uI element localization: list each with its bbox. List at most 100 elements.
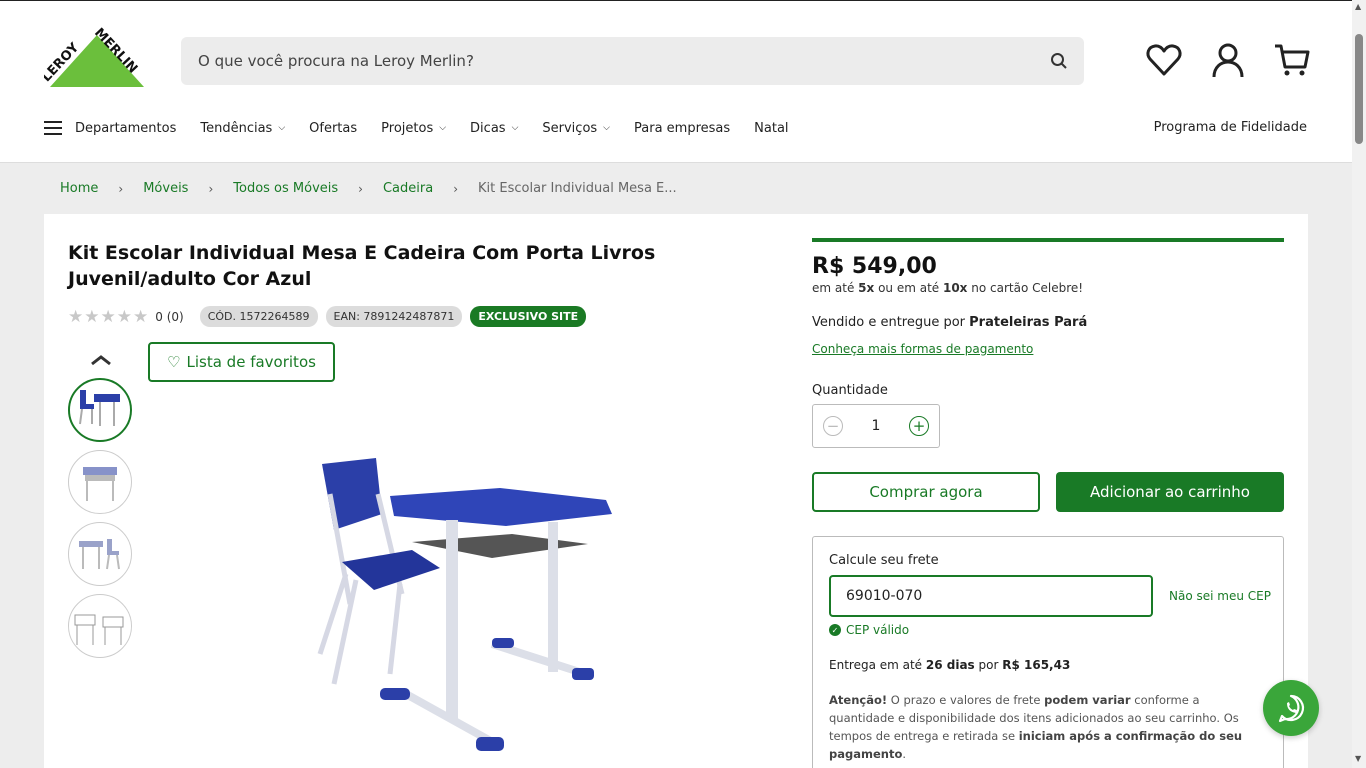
breadcrumb-current: Kit Escolar Individual Mesa E... [478,181,677,196]
delivery-price: R$ 165,43 [1002,658,1071,672]
installments-post: no cartão Celebre! [967,281,1084,295]
breadcrumb-moveis[interactable]: Móveis [143,181,188,196]
chevron-up-icon[interactable] [90,354,112,370]
warning-text-3: . [902,747,907,761]
nav-para-empresas[interactable]: Para empresas [634,121,730,136]
nav-label: Natal [754,120,789,136]
nav-departamentos[interactable]: Departamentos [44,121,176,136]
purchase-panel: R$ 549,00 em até 5x ou em até 10x no car… [812,238,1284,768]
breadcrumb-home[interactable]: Home [60,181,98,196]
cart-icon[interactable] [1273,41,1311,79]
delivery-mid: por [974,658,1003,672]
plus-icon[interactable]: + [908,416,929,436]
no-cep-link[interactable]: Não sei meu CEP [1169,589,1271,603]
warning-bold-2: podem variar [1044,693,1131,707]
nav-ofertas[interactable]: Ofertas [309,121,357,136]
buy-buttons: Comprar agora Adicionar ao carrinho [812,472,1284,512]
quantity-stepper: − 1 + [812,404,940,448]
user-icon[interactable] [1209,41,1247,79]
installments-pre: em até [812,281,859,295]
cep-valid-text: CEP válido [846,623,910,637]
installments-a: 5x [858,281,875,295]
star-icon: ★ [68,306,84,327]
quantity-label: Quantidade [812,383,888,398]
chevron-down-icon: ⌵ [603,123,610,133]
breadcrumb: Home › Móveis › Todos os Móveis › Cadeir… [60,181,677,196]
chevron-right-icon: › [118,181,124,196]
menu-icon [44,121,62,135]
nav-projetos[interactable]: Projetos ⌵ [381,121,446,136]
nav-dicas[interactable]: Dicas ⌵ [470,121,518,136]
seller-info: Vendido e entregue por Prateleiras Pará [812,315,1284,330]
leroy-merlin-logo[interactable]: LEROY MERLIN [44,25,150,91]
chevron-down-icon: ⌵ [439,123,447,133]
scroll-up-icon[interactable]: ▲ [1355,2,1361,11]
main-nav: Departamentos Tendências ⌵ Ofertas Projet… [44,113,813,143]
star-icon: ★ [100,306,116,327]
check-icon: ✓ [829,624,841,636]
favorites-label: Lista de favoritos [186,353,316,371]
exclusive-badge: EXCLUSIVO SITE [470,306,587,327]
chevron-right-icon: › [358,181,363,196]
product-meta: ★ ★ ★ ★ ★ 0 (0) CÓD. 1572264589 EAN: 789… [68,306,594,327]
star-icon: ★ [116,306,132,327]
heart-icon: ♡ [167,353,181,371]
ean-badge: EAN: 7891242487871 [325,306,463,327]
add-to-cart-button[interactable]: Adicionar ao carrinho [1056,472,1284,512]
nav-label: Departamentos [75,120,177,136]
delivery-days: 26 dias [925,658,975,672]
search-icon[interactable] [1050,52,1068,70]
chevron-down-icon: ⌵ [511,123,519,133]
chevron-down-icon: ⌵ [278,123,286,133]
nav-tendencias[interactable]: Tendências ⌵ [200,121,285,136]
shipping-calculator: Calcule seu frete Não sei meu CEP ✓ CEP … [812,536,1284,768]
nav-servicos[interactable]: Serviços ⌵ [542,121,610,136]
product-card: Kit Escolar Individual Mesa E Cadeira Co… [44,214,1308,768]
whatsapp-button[interactable] [1263,680,1319,736]
shipping-warning: Atenção! O prazo e valores de frete pode… [829,691,1259,763]
product-price: R$ 549,00 [812,254,937,279]
installments-mid: ou em até [874,281,943,295]
thumbnail-2[interactable] [68,450,132,514]
nav-label: Serviços [542,120,598,136]
buy-now-button[interactable]: Comprar agora [812,472,1040,512]
product-image[interactable] [316,454,616,754]
scroll-down-icon[interactable]: ▼ [1355,754,1361,763]
nav-label: Ofertas [309,120,358,136]
search-input[interactable] [198,52,1038,70]
payment-methods-link[interactable]: Conheça mais formas de pagamento [812,342,1033,356]
chevron-right-icon: › [208,181,214,196]
thumbnail-4[interactable] [68,594,132,658]
warning-text-1: O prazo e valores de frete [887,693,1045,707]
breadcrumb-cadeira[interactable]: Cadeira [383,181,433,196]
rating-count[interactable]: 0 (0) [155,310,183,324]
search-bar[interactable] [181,37,1084,85]
nav-label: Tendências [200,120,273,136]
product-title: Kit Escolar Individual Mesa E Cadeira Co… [68,242,656,290]
seller-name: Prateleiras Pará [969,315,1088,330]
heart-icon[interactable] [1145,41,1183,79]
quantity-value[interactable]: 1 [872,418,881,434]
minus-icon[interactable]: − [823,416,843,436]
shipping-label: Calcule seu frete [829,553,939,568]
delivery-pre: Entrega em até [829,658,926,672]
thumbnail-1[interactable] [68,378,132,442]
cep-input[interactable] [829,575,1153,617]
nav-label: Dicas [470,120,506,136]
nav-natal[interactable]: Natal [754,121,788,136]
rating-stars[interactable]: ★ ★ ★ ★ ★ [68,307,149,327]
warning-bold-1: Atenção! [829,693,888,707]
product-code-badge: CÓD. 1572264589 [199,306,318,327]
price-accent-bar [812,238,1284,242]
star-icon: ★ [133,306,149,327]
scrollbar-thumb[interactable] [1355,34,1363,144]
thumbnail-3[interactable] [68,522,132,586]
page-scrollbar[interactable]: ▲ ▼ [1352,0,1366,768]
whatsapp-icon [1278,694,1305,723]
installments-b: 10x [942,281,968,295]
loyalty-program-link[interactable]: Programa de Fidelidade [1154,120,1307,135]
breadcrumb-todos-moveis[interactable]: Todos os Móveis [233,181,338,196]
nav-label: Para empresas [634,120,731,136]
nav-label: Projetos [381,120,434,136]
favorites-button[interactable]: ♡ Lista de favoritos [148,342,335,382]
